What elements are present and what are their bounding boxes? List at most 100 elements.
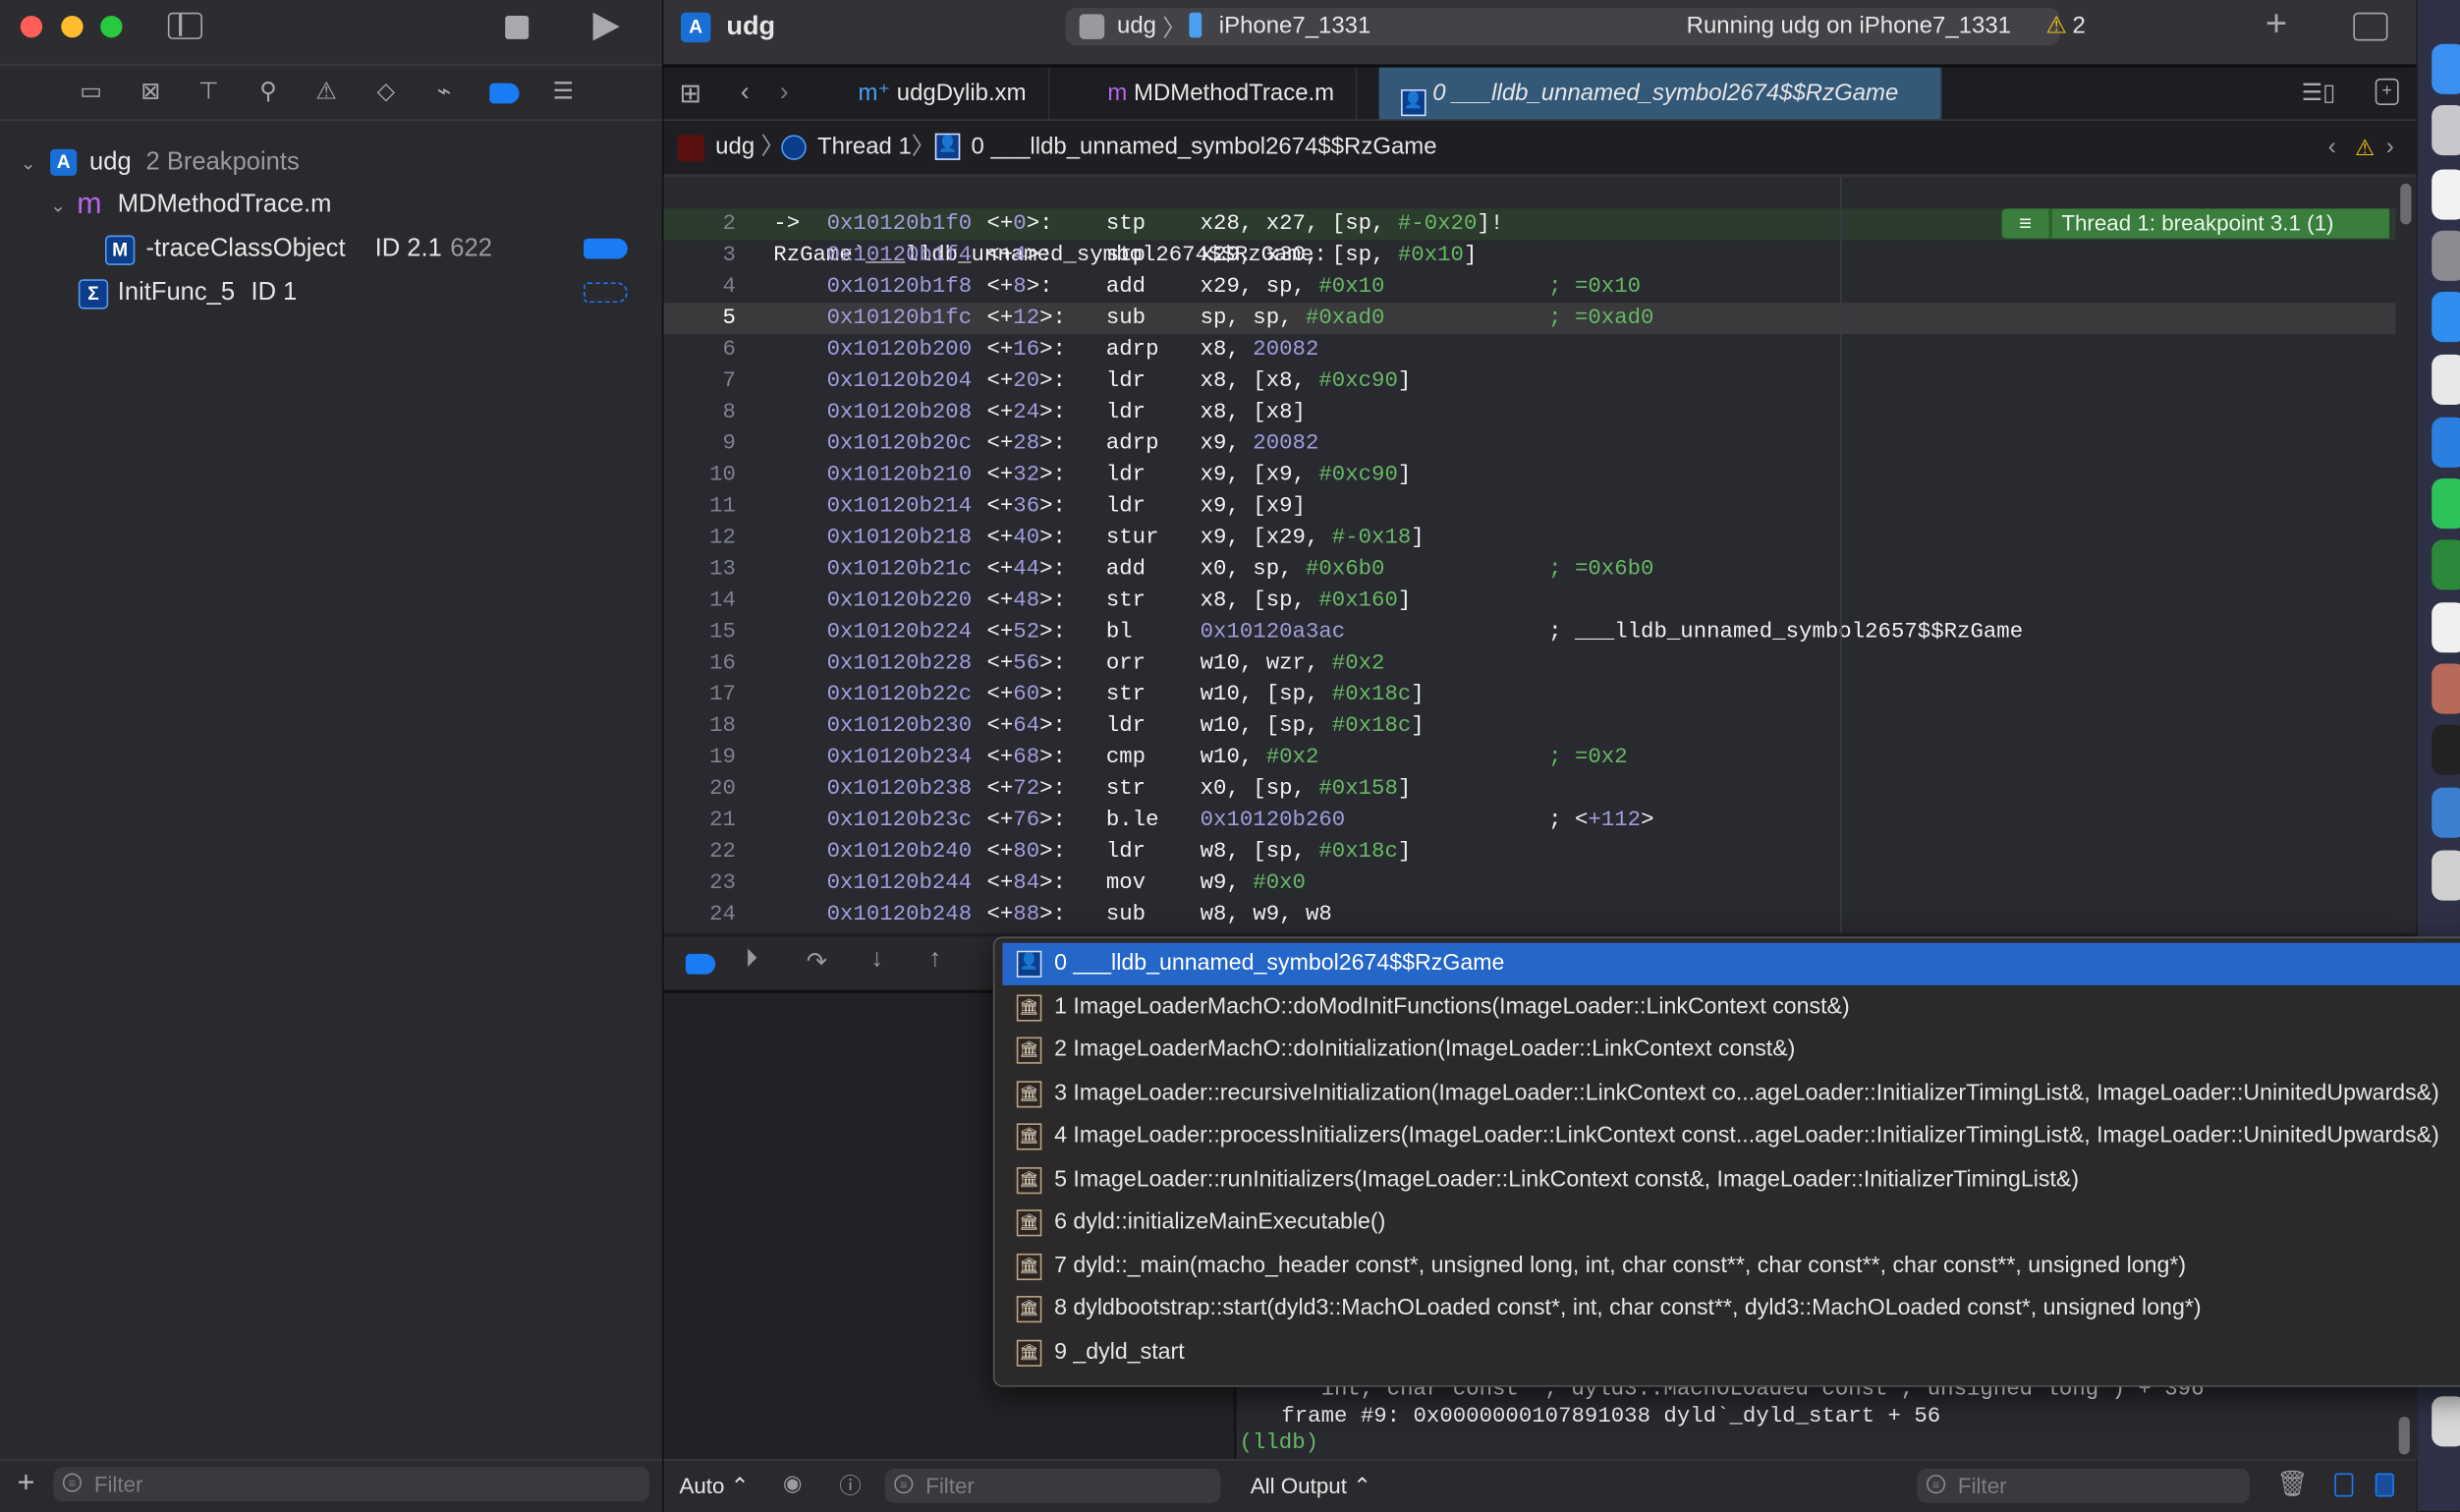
scheme-selector[interactable]: udg (1117, 13, 1156, 39)
tree-item-project[interactable]: ⌄ A udg 2 Breakpoints (0, 142, 662, 184)
tab-mdmethodtrace[interactable]: m MDMethodTrace.m (1086, 67, 1359, 120)
instruction-address: 0x10120b240 (826, 839, 973, 865)
back-button[interactable]: ‹ (741, 77, 750, 108)
source-control-icon[interactable]: ⊠ (137, 79, 165, 107)
breakpoint-disabled-toggle[interactable] (584, 282, 628, 304)
breakpoint-annotation[interactable]: ≡ Thread 1: breakpoint 3.1 (1) (2001, 208, 2390, 239)
warning-icon[interactable]: ⚠ (2045, 11, 2066, 39)
breakpoint-item[interactable]: Σ InitFunc_5 ID 1 (0, 273, 662, 314)
stack-frame-menu[interactable]: 👤 0 ___lldb_unnamed_symbol2674$$RzGame 🏛 1 … (992, 936, 2460, 1387)
issue-icon[interactable]: ⚠ (312, 79, 341, 107)
stack-frame-item[interactable]: 🏛 9 _dyld_start (1002, 1331, 2460, 1373)
token: >: (1039, 556, 1066, 583)
info-icon[interactable]: ⓘ (839, 1470, 861, 1501)
stack-frame-item[interactable]: 🏛 4 ImageLoader::processInitializers(Imag… (1002, 1115, 2460, 1157)
instruction-offset: <+76>: (986, 805, 1066, 836)
breadcrumb-thread[interactable]: Thread 1 (817, 121, 912, 174)
numeric-literal: 60 (1013, 682, 1040, 708)
stop-button[interactable] (505, 15, 530, 39)
stack-frame-item[interactable]: 👤 0 ___lldb_unnamed_symbol2674$$RzGame (1002, 942, 2460, 985)
device-selector[interactable]: iPhone7_1331 (1219, 13, 1371, 39)
browser-icon[interactable] (2432, 417, 2460, 468)
step-over-icon[interactable]: ↷ (807, 946, 827, 978)
toggle-inspector-icon[interactable] (2353, 12, 2388, 41)
show-variables-icon[interactable] (2334, 1473, 2354, 1497)
token: x9, [x9, (1200, 463, 1319, 488)
breakpoint-enabled-toggle[interactable] (584, 238, 628, 259)
close-window-button[interactable] (20, 15, 43, 38)
warning-count[interactable]: 2 (2073, 13, 2086, 39)
tab-udgdylib[interactable]: m⁺ udgDylib.xm (836, 67, 1050, 120)
breakpoints-toggle[interactable] (685, 953, 716, 975)
token: ]! (1477, 211, 1504, 238)
chevron-down-icon[interactable]: ⌄ (21, 142, 36, 184)
run-button[interactable] (592, 12, 620, 41)
xcode-icon[interactable] (2432, 292, 2460, 343)
calendar-icon[interactable] (2432, 169, 2460, 220)
trash-dock-icon[interactable] (2432, 1396, 2460, 1447)
app-icon[interactable] (2432, 539, 2460, 590)
zoom-window-button[interactable] (100, 15, 123, 38)
app-icon[interactable] (2432, 663, 2460, 714)
variables-filter-input[interactable]: ≡ Filter (884, 1468, 1221, 1503)
stack-frame-item[interactable]: 🏛 1 ImageLoaderMachO::doModInitFunctions(… (1002, 986, 2460, 1029)
breakpoint-item[interactable]: M -traceClassObject ID 2.1 622 (0, 229, 662, 270)
debug-icon[interactable]: ⌁ (430, 79, 459, 107)
stack-frame-item[interactable]: 🏛 6 dyld::initializeMainExecutable() (1002, 1202, 2460, 1244)
app-icon[interactable] (2432, 602, 2460, 653)
eye-icon[interactable]: ◉ (783, 1470, 803, 1496)
scheme-icon (1079, 14, 1105, 39)
toggle-sidebar-icon[interactable] (167, 12, 203, 39)
forward-button[interactable]: › (780, 77, 789, 108)
stack-frame-item[interactable]: 🏛 3 ImageLoader::recursiveInitialization(… (1002, 1072, 2460, 1114)
grid-icon[interactable]: ⊞ (679, 79, 701, 110)
continue-icon[interactable]: ⏵ (746, 946, 758, 975)
disassembly-editor[interactable]: 1 RzGame`___lldb_unnamed_symbol2674$$RzG… (663, 177, 2396, 934)
wechat-icon[interactable] (2432, 478, 2460, 530)
previous-issue-button[interactable]: ‹ (2328, 121, 2336, 174)
warning-icon[interactable]: ⚠ (2355, 121, 2375, 174)
editor-scrollbar[interactable] (2395, 177, 2417, 934)
test-icon[interactable]: ◇ (371, 79, 400, 107)
trash-icon[interactable]: 🗑 (2276, 1469, 2308, 1500)
immediate-value: #0xad0 (1305, 306, 1385, 331)
symbol-icon[interactable]: ⊤ (195, 79, 223, 107)
add-breakpoint-button[interactable]: + (18, 1467, 35, 1501)
breadcrumb-app[interactable]: udg (715, 121, 755, 174)
step-into-icon[interactable]: ↓ (870, 946, 883, 975)
token: x29, sp, (1200, 274, 1319, 301)
qq-icon[interactable] (2432, 724, 2460, 775)
launchpad-icon[interactable] (2432, 104, 2460, 156)
system-preferences-icon[interactable] (2432, 230, 2460, 281)
stack-frame-item[interactable]: 🏛 5 ImageLoader::runInitializers(ImageLoa… (1002, 1158, 2460, 1201)
output-scope-select[interactable]: All Output ⌃ (1251, 1473, 1371, 1499)
report-icon[interactable]: ☰ (549, 79, 578, 107)
breadcrumb-frame[interactable]: 0 ___lldb_unnamed_symbol2674$$RzGame (971, 121, 1436, 174)
editor-options-icon[interactable]: ☰▯ (2302, 79, 2336, 106)
console-filter-input[interactable]: ≡ Filter (1917, 1468, 2250, 1503)
search-icon[interactable]: ⚲ (254, 79, 283, 107)
console-scrollbar[interactable] (2398, 1417, 2410, 1455)
navigator-filter-input[interactable]: ≡ Filter (53, 1467, 650, 1502)
stack-frame-item[interactable]: 🏛 7 dyld::_main(macho_header const*, unsi… (1002, 1245, 2460, 1287)
variables-scope-select[interactable]: Auto ⌃ (679, 1473, 749, 1499)
add-library-button[interactable]: + (2265, 3, 2287, 47)
breakpoint-navigator-icon[interactable] (489, 83, 520, 104)
stack-frame-item[interactable]: 🏛 2 ImageLoaderMachO::doInitialization(Im… (1002, 1030, 2460, 1072)
show-console-icon[interactable] (2375, 1473, 2394, 1497)
tree-item-file[interactable]: ⌄ m MDMethodTrace.m (0, 185, 662, 226)
folder-icon[interactable]: ▭ (77, 79, 105, 107)
menu-icon[interactable]: ≡ (2002, 208, 2052, 239)
next-issue-button[interactable]: › (2386, 121, 2394, 174)
step-out-icon[interactable]: ↑ (928, 946, 941, 975)
app-icon[interactable] (2432, 850, 2460, 901)
add-editor-icon[interactable]: + (2375, 78, 2399, 105)
minimize-window-button[interactable] (61, 15, 84, 38)
stack-frame-item[interactable]: 🏛 8 dyldbootstrap::start(dyld3::MachOLoad… (1002, 1288, 2460, 1330)
tab-disassembly[interactable]: 👤 0 ___lldb_unnamed_symbol2674$$RzGame (1378, 67, 1942, 120)
library-frame-icon: 🏛 (1016, 1123, 1042, 1150)
chevron-down-icon[interactable]: ⌄ (50, 185, 66, 226)
finder-icon[interactable] (2432, 43, 2460, 94)
app-icon[interactable] (2432, 787, 2460, 838)
chrome-icon[interactable] (2432, 354, 2460, 406)
